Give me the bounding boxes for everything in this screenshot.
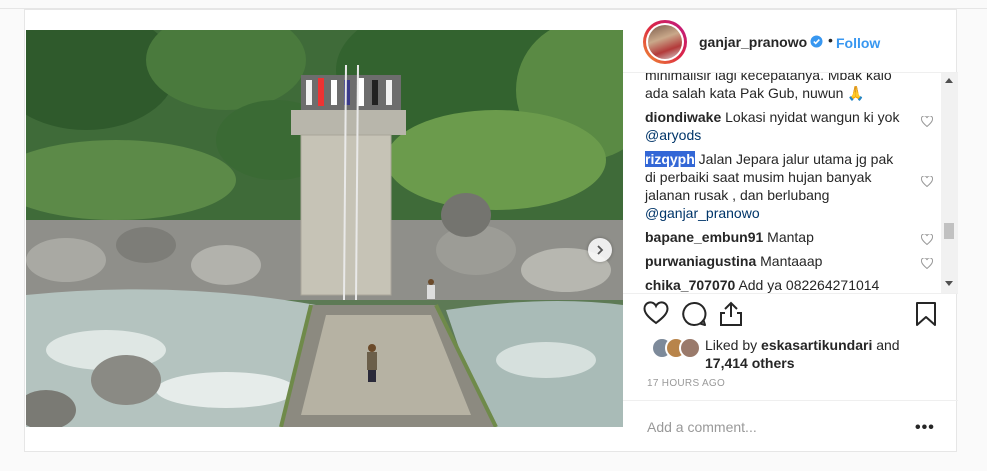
heart-icon[interactable] [920,173,934,191]
likes-count[interactable]: 17,414 others [705,355,795,371]
post-header: ganjar_pranowo • Follow [623,10,958,73]
username-link[interactable]: ganjar_pranowo [699,34,807,50]
add-comment-section: Add a comment... ••• [623,400,958,452]
comments-list[interactable]: minimalisir lagi kecepatanya. Mbak kalo … [623,73,958,294]
heart-icon[interactable] [643,301,669,330]
comment-icon[interactable] [681,301,707,332]
comment-item: purwaniagustina Mantaaap [645,252,934,270]
likes-section: Liked by eskasartikundari and 17,414 oth… [643,335,943,375]
avatar-image [648,25,682,59]
likes-text: Liked by eskasartikundari and 17,414 oth… [705,336,945,372]
comment-username[interactable]: rizqyph [645,151,695,167]
avatar-frame [646,23,684,61]
likes-prefix: Liked by [705,337,758,353]
heart-icon[interactable] [920,255,934,273]
likes-and: and [876,337,900,353]
post-photo[interactable] [26,30,623,427]
follow-button[interactable]: Follow [836,35,880,51]
photo-illustration [26,30,623,427]
comment-text: di perbaiki saat musim hujan banyak [645,169,872,185]
share-icon[interactable] [719,301,743,332]
chevron-right-icon [597,245,604,255]
bookmark-icon[interactable] [915,301,937,332]
comment-mention[interactable]: @aryods [645,127,701,143]
heart-icon[interactable] [920,231,934,249]
comment-text: jalanan rusak , dan berlubang [645,187,830,203]
comment-continuation: minimalisir lagi kecepatanya. Mbak kalo [645,73,915,84]
comment-item: diondiwake Lokasi nyidat wangun ki yok @… [645,108,934,144]
comment-text: Add ya 082264271014 [738,277,880,293]
scroll-down-arrow[interactable] [945,281,953,286]
comment-username[interactable]: chika_707070 [645,277,735,293]
comment-text: Mantap [767,229,814,245]
post-side-panel: ganjar_pranowo • Follow minimalisir lagi… [623,10,958,451]
comment-text: Jalan Jepara jalur utama jg pak [698,151,894,167]
liker-username[interactable]: eskasartikundari [761,337,872,353]
add-comment-input[interactable]: Add a comment... [647,419,757,435]
scroll-up-arrow[interactable] [945,78,953,83]
comment-text: Mantaaap [760,253,823,269]
liker-avatar[interactable] [679,337,701,359]
comment-username[interactable]: diondiwake [645,109,721,125]
comment-mention[interactable]: @ganjar_pranowo [645,205,760,221]
comment-text: Lokasi nyidat wangun ki yok [725,109,900,125]
action-bar [643,301,943,329]
more-options-button[interactable]: ••• [915,419,935,437]
post-timestamp[interactable]: 17 HOURS AGO [647,378,725,389]
header-separator: • [828,32,833,48]
avatar[interactable] [643,20,687,64]
scroll-thumb[interactable] [944,223,954,239]
heart-icon[interactable] [920,113,934,131]
comment-item: chika_707070 Add ya 082264271014 [645,276,915,293]
comments-scrollbar[interactable] [941,73,958,293]
comment-username[interactable]: purwaniagustina [645,253,756,269]
comment-text: ada salah kata Pak Gub, nuwun 🙏 [645,85,865,101]
next-photo-button[interactable] [588,238,612,262]
comment-text: minimalisir lagi kecepatanya. Mbak kalo [645,73,892,83]
comment-continuation: ada salah kata Pak Gub, nuwun 🙏 [645,84,915,102]
verified-icon [810,35,823,53]
comment-item: rizqyph Jalan Jepara jalur utama jg pak … [645,150,934,222]
post-card: ganjar_pranowo • Follow minimalisir lagi… [24,9,958,452]
comment-item: bapane_embun91 Mantap [645,228,934,246]
comment-username[interactable]: bapane_embun91 [645,229,763,245]
